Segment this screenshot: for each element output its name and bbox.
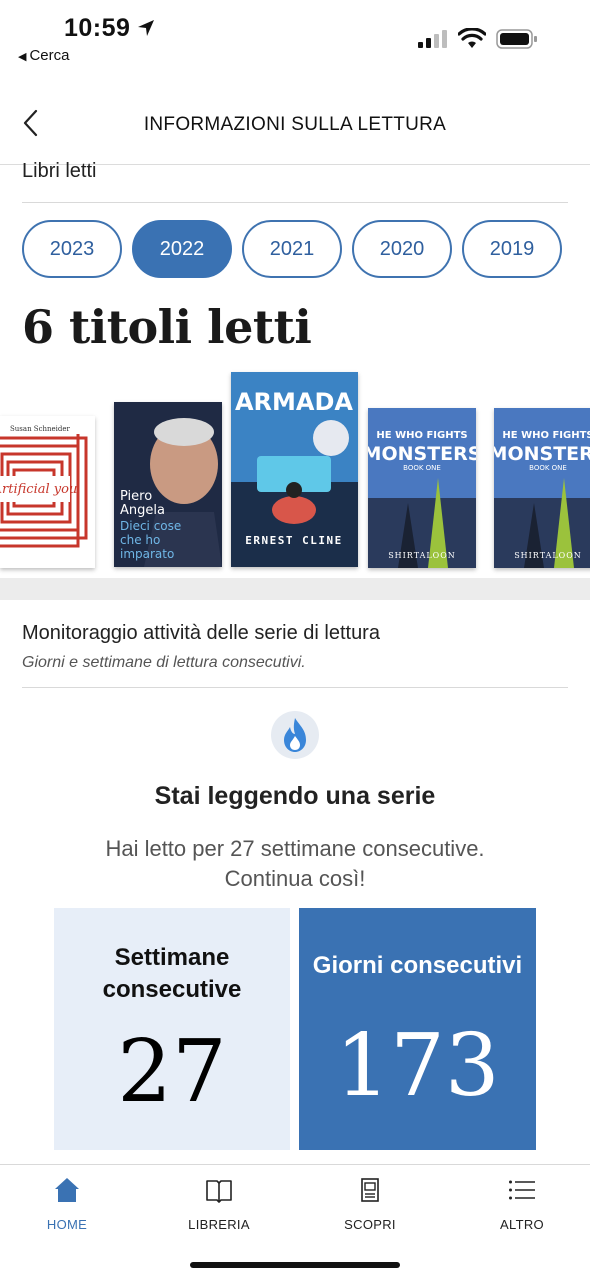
svg-text:Piero: Piero [120,489,152,504]
svg-text:HE WHO FIGHTS: HE WHO FIGHTS [376,430,467,441]
svg-text:che ho: che ho [120,533,160,547]
svg-text:BOOK ONE: BOOK ONE [403,464,441,472]
discover-icon [361,1178,379,1202]
book-cover[interactable]: ARMADA ERNEST CLINE [231,372,358,567]
svg-text:imparato: imparato [120,547,174,561]
svg-text:Angela: Angela [120,503,165,518]
book-cover-art: Artificial you Susan Schneider [0,416,95,568]
book-cover-art: HE WHO FIGHTS MONSTERS BOOK ONE SHIRTALO… [494,408,590,568]
book-covers-carousel[interactable]: Artificial you Susan Schneider Piero Ang… [0,366,590,598]
signal-icon [418,30,447,48]
book-cover[interactable]: Piero Angela Dieci cose che ho imparato [114,402,222,567]
svg-text:ARMADA: ARMADA [235,388,353,416]
back-to-app-link[interactable]: ◀ Cerca [18,47,69,64]
streak-description: Hai letto per 27 settimane consecutive. … [40,834,550,894]
book-cover-art: HE WHO FIGHTS MONSTERS BOOK ONE SHIRTALO… [368,408,476,568]
tab-home[interactable]: HOME [7,1175,127,1232]
svg-text:SHIRTALOON: SHIRTALOON [388,551,456,560]
book-cover[interactable]: HE WHO FIGHTS MONSTERS BOOK ONE SHIRTALO… [368,408,476,568]
book-cover[interactable]: HE WHO FIGHTS MONSTERS BOOK ONE SHIRTALO… [494,408,590,568]
svg-text:BOOK ONE: BOOK ONE [529,464,567,472]
book-icon [206,1180,232,1203]
carousel-shelf [0,578,590,600]
location-arrow-icon [138,20,154,36]
flame-icon [271,711,319,759]
page-title: INFORMAZIONI SULLA LETTURA [143,114,447,135]
days-streak-card: Giorni consecutivi 173 [299,908,536,1150]
tab-discover-label: SCOPRI [344,1217,396,1232]
back-app-label: Cerca [29,47,70,64]
year-pill-2023[interactable]: 2023 [22,220,122,278]
streak-section-subtitle: Giorni e settimane di lettura consecutiv… [22,654,306,671]
battery-icon [496,29,537,49]
svg-text:MONSTERS: MONSTERS [494,443,590,465]
wifi-icon [458,28,486,48]
tab-library-label: LIBRERIA [188,1217,250,1232]
year-pill-2019[interactable]: 2019 [462,220,562,278]
tab-more-label: ALTRO [500,1217,544,1232]
nav-header: INFORMAZIONI SULLA LETTURA [0,88,590,165]
weeks-streak-value: 27 [117,1022,227,1122]
days-streak-label: Giorni consecutivi [312,952,523,979]
year-pill-2021[interactable]: 2021 [242,220,342,278]
weeks-label-line-2: consecutive [102,976,242,1003]
tab-discover[interactable]: SCOPRI [310,1175,430,1232]
svg-text:Susan Schneider: Susan Schneider [10,425,71,433]
tab-more[interactable]: ALTRO [462,1175,582,1232]
svg-text:MONSTERS: MONSTERS [368,443,476,465]
streak-desc-line-2: Continua così! [224,866,366,891]
svg-text:Dieci cose: Dieci cose [120,519,181,533]
menu-icon [509,1180,535,1200]
svg-text:SHIRTALOON: SHIRTALOON [514,551,582,560]
streak-desc-line-1: Hai letto per 27 settimane consecutive. [105,836,485,861]
back-triangle-icon: ◀ [18,51,27,63]
status-bar: 10:59 ◀ Cerca [0,0,590,80]
tab-library[interactable]: LIBRERIA [159,1175,279,1232]
tab-home-label: HOME [46,1217,88,1232]
divider [22,687,568,688]
home-icon [55,1178,79,1202]
weeks-label-line-1: Settimane [114,944,230,971]
weeks-streak-card: Settimane consecutive 27 [54,908,290,1150]
home-indicator[interactable] [190,1262,400,1268]
days-streak-value: 173 [335,1016,500,1116]
svg-text:HE WHO FIGHTS: HE WHO FIGHTS [502,430,590,441]
year-selector: 2023 2022 2021 2020 2019 [22,220,570,282]
divider [22,202,568,203]
year-pill-2022[interactable]: 2022 [132,220,232,278]
status-time: 10:59 [64,14,131,42]
book-cover-art: Piero Angela Dieci cose che ho imparato [114,402,222,567]
svg-text:ERNEST CLINE: ERNEST CLINE [245,534,342,547]
book-cover-art: ARMADA ERNEST CLINE [231,372,358,567]
year-pill-2020[interactable]: 2020 [352,220,452,278]
titles-read-count: 6 titoli letti [22,300,312,354]
book-cover[interactable]: Artificial you Susan Schneider [0,416,95,568]
streak-section-title: Monitoraggio attività delle serie di let… [22,622,380,644]
weeks-streak-label: Settimane consecutive [54,942,290,1006]
books-read-label: Libri letti [22,160,97,182]
svg-text:Artificial you: Artificial you [0,482,77,497]
streak-title: Stai leggendo una serie [154,782,436,810]
